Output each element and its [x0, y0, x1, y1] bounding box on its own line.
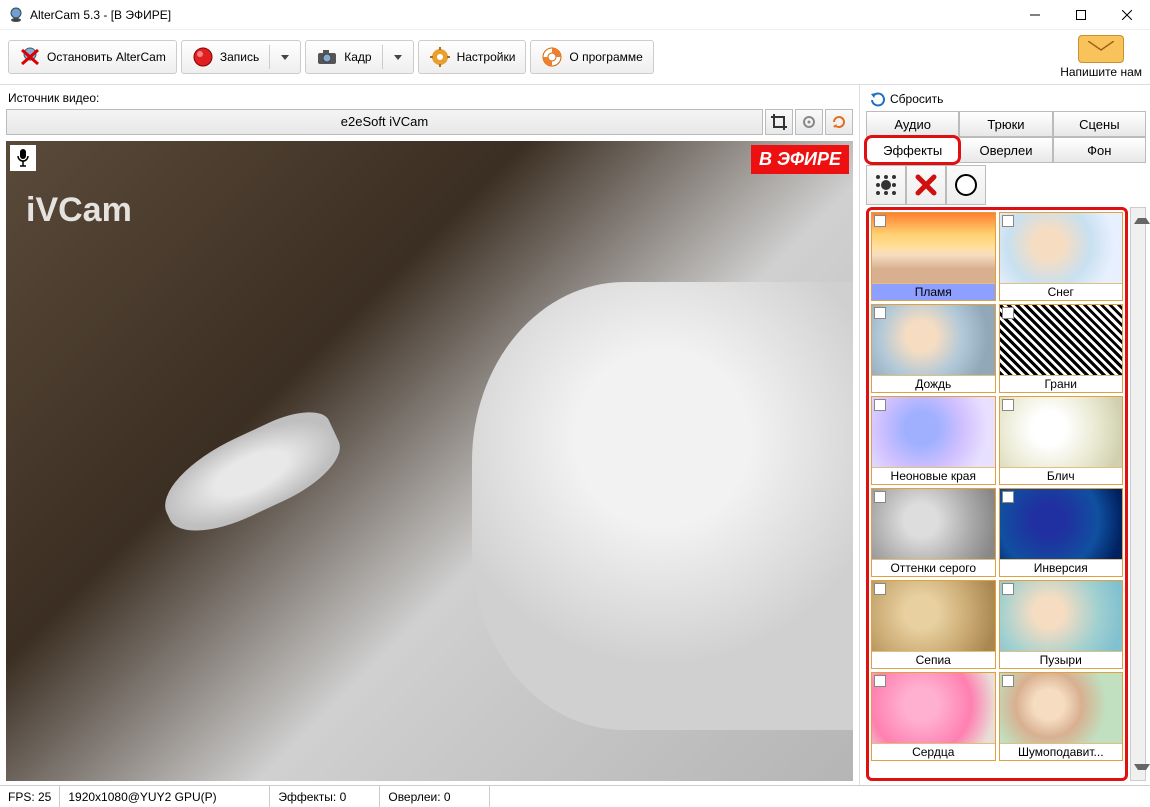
- video-preview: В ЭФИРЕ iVCam: [6, 141, 853, 781]
- effect-tools: [866, 165, 1146, 205]
- checkbox[interactable]: [874, 215, 886, 227]
- reset-button[interactable]: Сбросить: [866, 89, 1146, 109]
- record-button[interactable]: Запись: [181, 40, 301, 74]
- source-label: Источник видео:: [6, 89, 853, 109]
- checkbox[interactable]: [1002, 215, 1014, 227]
- effect-rain[interactable]: Дождь: [871, 304, 996, 393]
- checkbox[interactable]: [874, 675, 886, 687]
- close-button[interactable]: [1104, 0, 1150, 30]
- crop-icon: [771, 114, 787, 130]
- mic-indicator[interactable]: [10, 145, 36, 171]
- record-label: Запись: [220, 50, 259, 64]
- record-icon: [192, 46, 214, 68]
- effect-hearts[interactable]: Сердца: [871, 672, 996, 761]
- titlebar: AlterCam 5.3 - [В ЭФИРЕ]: [0, 0, 1150, 30]
- effect-grayscale[interactable]: Оттенки серого: [871, 488, 996, 577]
- checkbox[interactable]: [874, 491, 886, 503]
- effect-flame[interactable]: Пламя: [871, 212, 996, 301]
- checkbox[interactable]: [1002, 491, 1014, 503]
- effects-grid: Пламя Снег Дождь Грани Неоновые края Бли…: [871, 212, 1123, 761]
- stop-button[interactable]: Остановить AlterCam: [8, 40, 177, 74]
- circle-tool[interactable]: [946, 165, 986, 205]
- effects-area: Пламя Снег Дождь Грани Неоновые края Бли…: [866, 207, 1146, 781]
- effect-sepia[interactable]: Сепиа: [871, 580, 996, 669]
- effect-edges[interactable]: Грани: [999, 304, 1124, 393]
- preview-scene: [6, 141, 853, 781]
- effect-snow[interactable]: Снег: [999, 212, 1124, 301]
- status-effects: Эффекты: 0: [270, 786, 380, 807]
- settings-button[interactable]: Настройки: [418, 40, 527, 74]
- main-toolbar: Остановить AlterCam Запись Кадр Настройк…: [0, 30, 1150, 85]
- effect-inversion[interactable]: Инверсия: [999, 488, 1124, 577]
- camera-icon: [316, 46, 338, 68]
- effect-denoise[interactable]: Шумоподавит...: [999, 672, 1124, 761]
- frame-dropdown[interactable]: [393, 55, 403, 60]
- remove-effect-tool[interactable]: [906, 165, 946, 205]
- stop-icon: [19, 46, 41, 68]
- tab-audio[interactable]: Аудио: [866, 111, 959, 137]
- refresh-source-button[interactable]: [825, 109, 853, 135]
- checkbox[interactable]: [1002, 399, 1014, 411]
- gear-small-icon: [801, 114, 817, 130]
- left-pane: Источник видео: e2eSoft iVCam В ЭФИРЕ iV…: [0, 85, 860, 785]
- gear-icon: [429, 46, 451, 68]
- source-row: e2eSoft iVCam: [6, 109, 853, 135]
- record-dropdown[interactable]: [280, 55, 290, 60]
- frame-button[interactable]: Кадр: [305, 40, 413, 74]
- tab-tricks[interactable]: Трюки: [959, 111, 1052, 137]
- dots-tool[interactable]: [866, 165, 906, 205]
- checkbox[interactable]: [1002, 307, 1014, 319]
- checkbox[interactable]: [1002, 675, 1014, 687]
- reset-icon: [870, 91, 886, 107]
- mail-button[interactable]: [1078, 35, 1124, 63]
- mail-icon: [1088, 41, 1114, 57]
- settings-label: Настройки: [457, 50, 516, 64]
- source-dropdown[interactable]: e2eSoft iVCam: [6, 109, 763, 135]
- mail-label: Напишите нам: [1060, 65, 1142, 79]
- tab-background[interactable]: Фон: [1053, 137, 1146, 163]
- dots-icon: [872, 171, 900, 199]
- circle-icon: [954, 173, 978, 197]
- side-tabs: Аудио Трюки Сцены Эффекты Оверлеи Фон: [866, 111, 1146, 163]
- effect-bubbles[interactable]: Пузыри: [999, 580, 1124, 669]
- refresh-icon: [831, 114, 847, 130]
- checkbox[interactable]: [1002, 583, 1014, 595]
- about-label: О программе: [569, 50, 642, 64]
- crop-button[interactable]: [765, 109, 793, 135]
- checkbox[interactable]: [874, 307, 886, 319]
- lifebuoy-icon: [541, 46, 563, 68]
- tab-scenes[interactable]: Сцены: [1053, 111, 1146, 137]
- effect-neon[interactable]: Неоновые края: [871, 396, 996, 485]
- main-area: Источник видео: e2eSoft iVCam В ЭФИРЕ iV…: [0, 85, 1150, 785]
- right-panel: Сбросить Аудио Трюки Сцены Эффекты Оверл…: [860, 85, 1150, 785]
- checkbox[interactable]: [874, 583, 886, 595]
- live-badge: В ЭФИРЕ: [751, 145, 849, 174]
- x-icon: [914, 173, 938, 197]
- watermark-text: iVCam: [26, 191, 132, 230]
- status-overlays: Оверлеи: 0: [380, 786, 490, 807]
- checkbox[interactable]: [874, 399, 886, 411]
- status-bar: FPS: 25 1920x1080@YUY2 GPU(P) Эффекты: 0…: [0, 785, 1150, 807]
- app-icon: [8, 7, 24, 23]
- tab-effects[interactable]: Эффекты: [866, 137, 959, 163]
- tab-overlays[interactable]: Оверлеи: [959, 137, 1052, 163]
- minimize-button[interactable]: [1012, 0, 1058, 30]
- source-settings-button[interactable]: [795, 109, 823, 135]
- reset-label: Сбросить: [890, 92, 943, 106]
- stop-label: Остановить AlterCam: [47, 50, 166, 64]
- maximize-button[interactable]: [1058, 0, 1104, 30]
- frame-label: Кадр: [344, 50, 371, 64]
- effect-bleach[interactable]: Блич: [999, 396, 1124, 485]
- window-title: AlterCam 5.3 - [В ЭФИРЕ]: [30, 8, 1012, 22]
- about-button[interactable]: О программе: [530, 40, 653, 74]
- effects-scrollbar[interactable]: [1130, 207, 1146, 781]
- status-resolution: 1920x1080@YUY2 GPU(P): [60, 786, 270, 807]
- mic-icon: [15, 148, 31, 168]
- status-fps: FPS: 25: [0, 786, 60, 807]
